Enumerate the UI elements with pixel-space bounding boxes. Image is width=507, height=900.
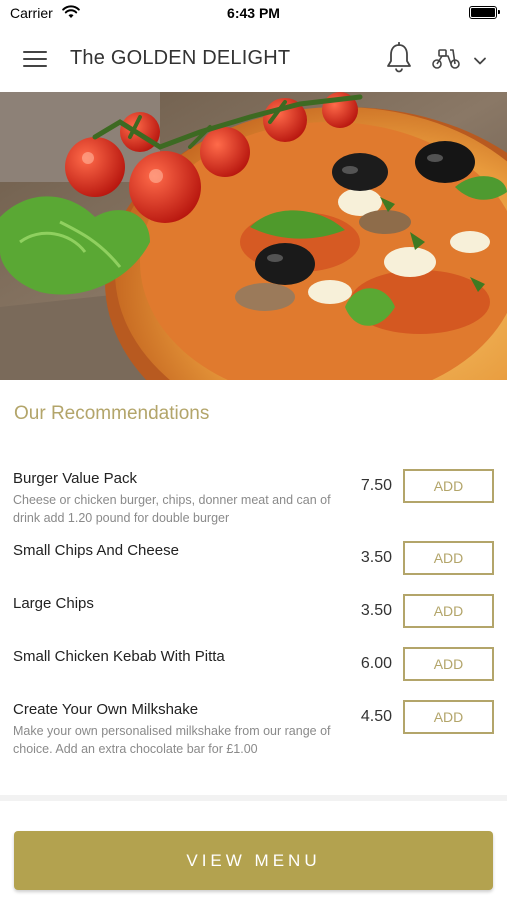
app-title: The GOLDEN DELIGHT — [70, 47, 291, 69]
add-button[interactable]: ADD — [403, 469, 494, 503]
item-description: Make your own personalised milkshake fro… — [13, 724, 331, 756]
item-price: 7.50 — [360, 477, 392, 494]
item-name: Create Your Own Milkshake — [13, 701, 199, 718]
menu-icon[interactable] — [23, 49, 47, 69]
item-name: Small Chips And Cheese — [13, 542, 179, 559]
chevron-down-icon[interactable] — [473, 53, 487, 71]
view-menu-button[interactable]: VIEW MENU — [14, 831, 493, 890]
item-price: 3.50 — [360, 602, 392, 619]
section-title-recommendations: Our Recommendations — [14, 403, 210, 424]
battery-icon — [469, 6, 500, 19]
app-header: The GOLDEN DELIGHT — [0, 28, 507, 92]
item-name: Large Chips — [13, 595, 94, 612]
item-name: Burger Value Pack — [13, 470, 137, 487]
add-button[interactable]: ADD — [403, 647, 494, 681]
item-price: 4.50 — [360, 708, 392, 725]
add-button[interactable]: ADD — [403, 541, 494, 575]
add-button[interactable]: ADD — [403, 594, 494, 628]
status-time: 6:43 PM — [227, 5, 280, 21]
scooter-icon[interactable] — [431, 46, 461, 75]
add-button[interactable]: ADD — [403, 700, 494, 734]
status-bar: Carrier 6:43 PM — [0, 0, 507, 28]
bell-icon[interactable] — [385, 41, 413, 79]
item-description: Cheese or chicken burger, chips, donner … — [13, 493, 331, 525]
item-price: 6.00 — [360, 655, 392, 672]
item-price: 3.50 — [360, 549, 392, 566]
item-name: Small Chicken Kebab With Pitta — [13, 648, 225, 665]
hero-pizza-image — [0, 92, 507, 380]
